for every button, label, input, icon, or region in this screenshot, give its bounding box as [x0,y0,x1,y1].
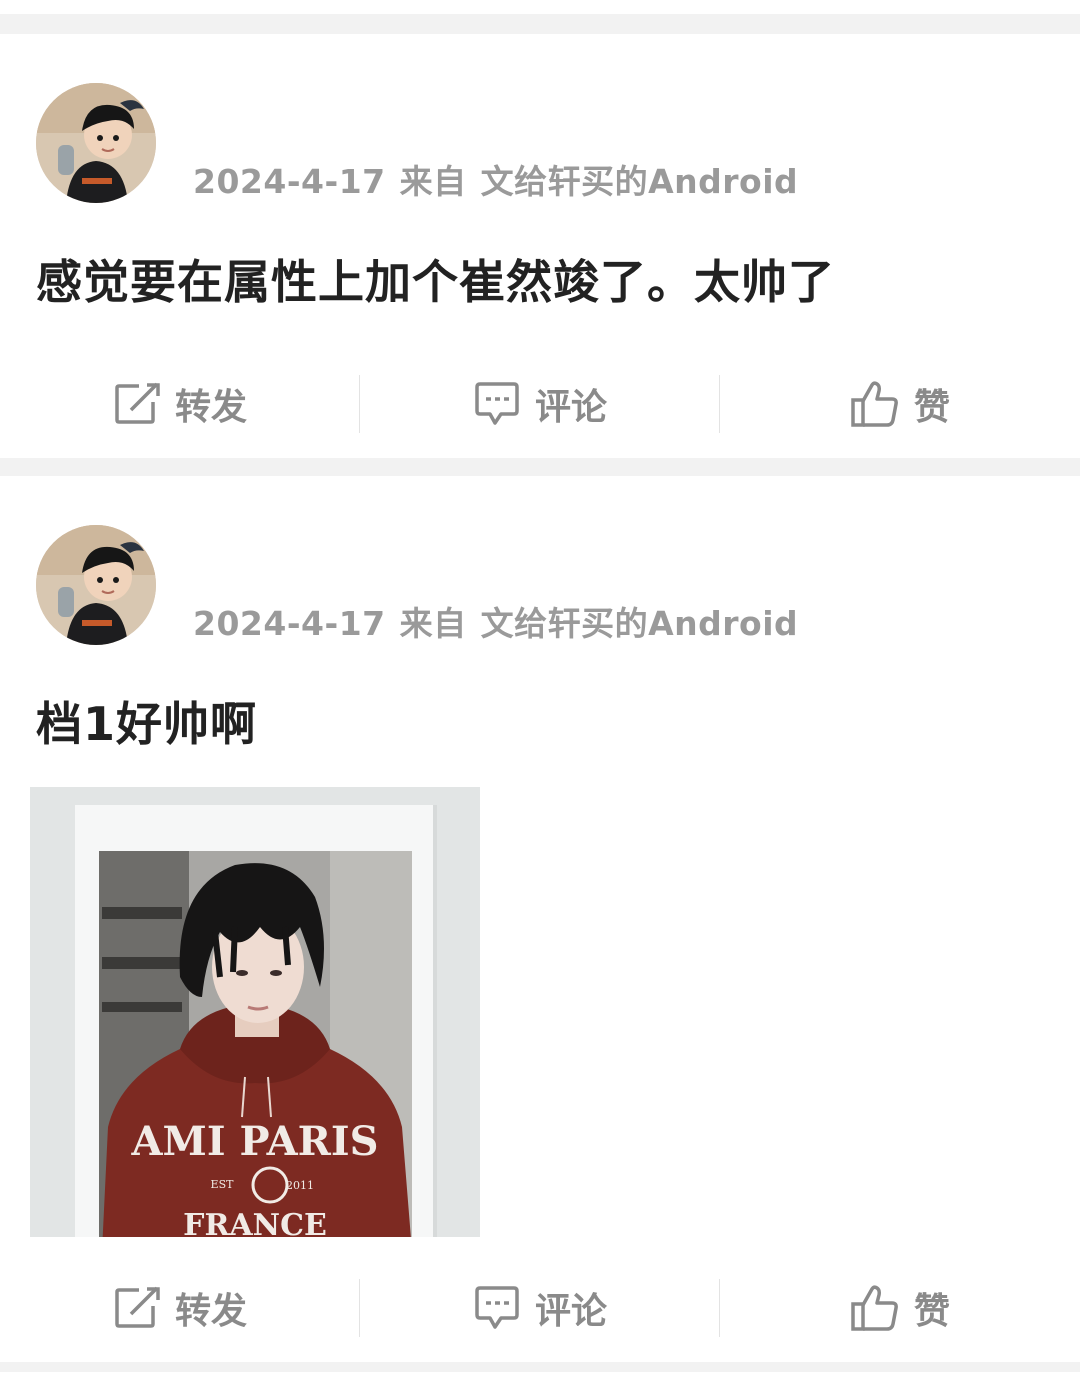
repost-button[interactable]: 转发 [0,1273,360,1343]
action-bar: 转发 评论 赞 [0,1273,1080,1343]
post-photo: AMI PARIS EST 2011 FRANCE [30,787,480,1237]
repost-label: 转发 [174,387,247,428]
thumbs-up-icon [851,1285,898,1331]
post-text: 档1好帅啊 [36,697,258,751]
hoodie-print-bottom: FRANCE [183,1208,327,1237]
comment-button[interactable]: 评论 [360,1273,720,1343]
repost-button[interactable]: 转发 [0,369,360,439]
action-bar: 转发 评论 赞 [0,369,1080,439]
edit-square-icon [115,382,160,424]
post-card: 2024-4-17 来自 文给轩买的Android 感觉要在属性上加个崔然竣了。太帅… [0,34,1080,458]
post-card: 2024-4-17 来自 文给轩买的Android 档1好帅啊 AMI PARI… [0,476,1080,1362]
avatar[interactable] [36,83,156,203]
post-from-label: 来自 [399,604,467,643]
hoodie-print-year: 2011 [286,1179,314,1192]
comment-label: 评论 [534,1291,607,1332]
comment-button[interactable]: 评论 [360,369,720,439]
post-date: 2024-4-17 [193,162,386,201]
like-label: 赞 [913,387,950,428]
comment-label: 评论 [534,387,607,428]
post-meta: 2024-4-17 来自 文给轩买的Android [193,155,812,203]
like-button[interactable]: 赞 [720,369,1080,439]
avatar-image [36,83,156,203]
avatar-image [36,525,156,645]
comment-bubble-icon [475,1286,519,1329]
like-label: 赞 [913,1291,950,1332]
comment-bubble-icon [475,382,519,425]
post-meta: 2024-4-17 来自 文给轩买的Android [193,597,812,645]
post-text: 感觉要在属性上加个崔然竣了。太帅了 [36,255,835,309]
post-from-label: 来自 [399,162,467,201]
edit-square-icon [115,1286,160,1328]
post-date: 2024-4-17 [193,604,386,643]
repost-label: 转发 [174,1291,247,1332]
bottom-spacer [0,1362,1080,1382]
avatar[interactable] [36,525,156,645]
thumbs-up-icon [851,381,898,427]
post-image[interactable]: AMI PARIS EST 2011 FRANCE [30,787,480,1237]
hoodie-print-top: AMI PARIS [131,1118,379,1165]
hoodie-print-est: EST [211,1178,235,1191]
like-button[interactable]: 赞 [720,1273,1080,1343]
top-spacer [0,0,1080,34]
post-source[interactable]: 文给轩买的Android [481,604,799,643]
post-source[interactable]: 文给轩买的Android [481,162,799,201]
